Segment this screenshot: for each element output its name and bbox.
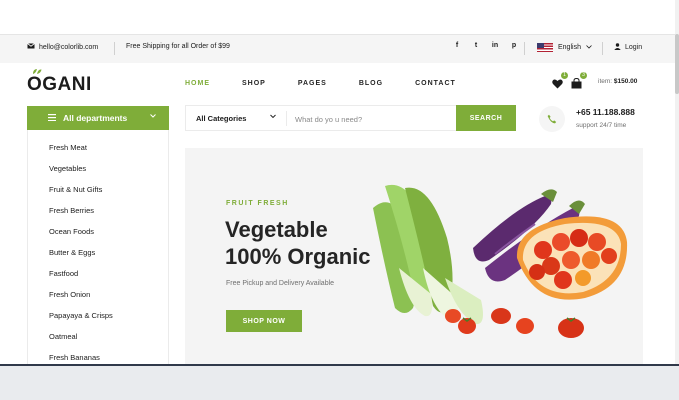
nav-shop[interactable]: SHOP (242, 80, 266, 87)
shop-now-button[interactable]: SHOP NOW (226, 310, 302, 332)
twitter-icon[interactable]: t (472, 42, 480, 49)
hero-title-line: 100% Organic (225, 244, 371, 269)
hero-eyebrow: FRUIT FRESH (226, 200, 289, 207)
phone-number: +65 11.188.888 (576, 107, 635, 117)
linkedin-icon[interactable]: in (491, 42, 499, 49)
department-item[interactable]: Fresh Onion (49, 290, 113, 311)
logo-text: OGANI (27, 74, 92, 95)
heart-icon (552, 79, 563, 89)
category-select[interactable]: All Categories (196, 114, 246, 123)
free-shipping-text: Free Shipping for all Order of $99 (126, 43, 230, 50)
nav-blog[interactable]: BLOG (359, 80, 383, 87)
vegetables-illustration (373, 184, 628, 338)
support-text: support 24/7 time (576, 122, 627, 129)
search-button[interactable]: SEARCH (456, 105, 516, 131)
us-flag-icon (537, 43, 553, 52)
cart-total-value: $150.00 (613, 78, 638, 85)
social-links: f t in p (453, 42, 518, 49)
user-icon (614, 43, 621, 52)
header-cart: 1 3 (552, 72, 587, 89)
envelope-icon (27, 43, 35, 51)
department-item[interactable]: Papayaya & Crisps (49, 311, 113, 332)
scrollbar-thumb[interactable] (675, 34, 679, 94)
nav-contact[interactable]: CONTACT (415, 80, 456, 87)
cart-button[interactable]: 3 (571, 72, 587, 89)
wishlist-button[interactable]: 1 (552, 72, 568, 89)
cart-total: item: $150.00 (598, 78, 637, 85)
main-nav: HOME SHOP PAGES BLOG CONTACT (185, 80, 488, 87)
nav-pages[interactable]: PAGES (298, 80, 327, 87)
hero-title: Vegetable 100% Organic (225, 216, 371, 270)
page-scrollbar[interactable] (675, 0, 679, 366)
divider (286, 111, 287, 126)
department-item[interactable]: Ocean Foods (49, 227, 113, 248)
header-top-bar: hello@colorlib.com Free Shipping for all… (0, 35, 679, 63)
window-bottom-edge (0, 364, 679, 366)
tomato-bowl (516, 216, 628, 300)
departments-toggle[interactable]: All departments (27, 106, 169, 130)
language-label: English (558, 44, 581, 51)
department-item[interactable]: Oatmeal (49, 332, 113, 353)
pinterest-icon[interactable]: p (510, 42, 518, 49)
hero-banner: FRUIT FRESH Vegetable 100% Organic Free … (185, 148, 643, 366)
department-item[interactable]: Fastfood (49, 269, 113, 290)
hero-subtitle: Free Pickup and Delivery Available (226, 280, 335, 287)
department-item[interactable]: Fruit & Nut Gifts (49, 185, 113, 206)
login-link[interactable]: Login (614, 43, 642, 52)
departments-sidebar: All departments Fresh Meat Vegetables Fr… (27, 106, 169, 366)
phone-icon (547, 114, 557, 124)
nav-home[interactable]: HOME (185, 80, 210, 87)
chevron-down-icon (150, 114, 156, 118)
departments-title: All departments (63, 113, 128, 123)
shopping-bag-icon (571, 77, 582, 89)
chevron-down-icon (270, 114, 276, 119)
department-item[interactable]: Butter & Eggs (49, 248, 113, 269)
facebook-icon[interactable]: f (453, 42, 461, 49)
login-label: Login (625, 44, 643, 51)
search-form: All Categories SEARCH (185, 105, 516, 131)
bok-choy (373, 184, 483, 325)
cart-count-badge: 3 (580, 72, 587, 79)
browser-viewport: hello@colorlib.com Free Shipping for all… (0, 0, 679, 366)
phone-icon-circle (539, 106, 565, 132)
department-item[interactable]: Fresh Berries (49, 206, 113, 227)
email-contact[interactable]: hello@colorlib.com (27, 43, 98, 51)
department-item[interactable]: Vegetables (49, 164, 113, 185)
hero-title-line: Vegetable (225, 217, 328, 242)
ogani-logo[interactable]: OGANI (27, 69, 92, 96)
search-input[interactable] (295, 112, 445, 126)
language-selector[interactable]: English (537, 43, 592, 52)
chevron-down-icon (586, 44, 592, 51)
email-text: hello@colorlib.com (39, 43, 99, 51)
divider (114, 42, 115, 55)
wishlist-count-badge: 1 (561, 72, 568, 79)
divider (524, 42, 525, 55)
divider (602, 42, 603, 55)
department-item[interactable]: Fresh Meat (49, 143, 113, 164)
menu-icon (48, 114, 56, 121)
cart-item-label: item: (598, 78, 613, 85)
departments-list: Fresh Meat Vegetables Fruit & Nut Gifts … (49, 143, 113, 366)
leaf-icon (33, 69, 42, 74)
